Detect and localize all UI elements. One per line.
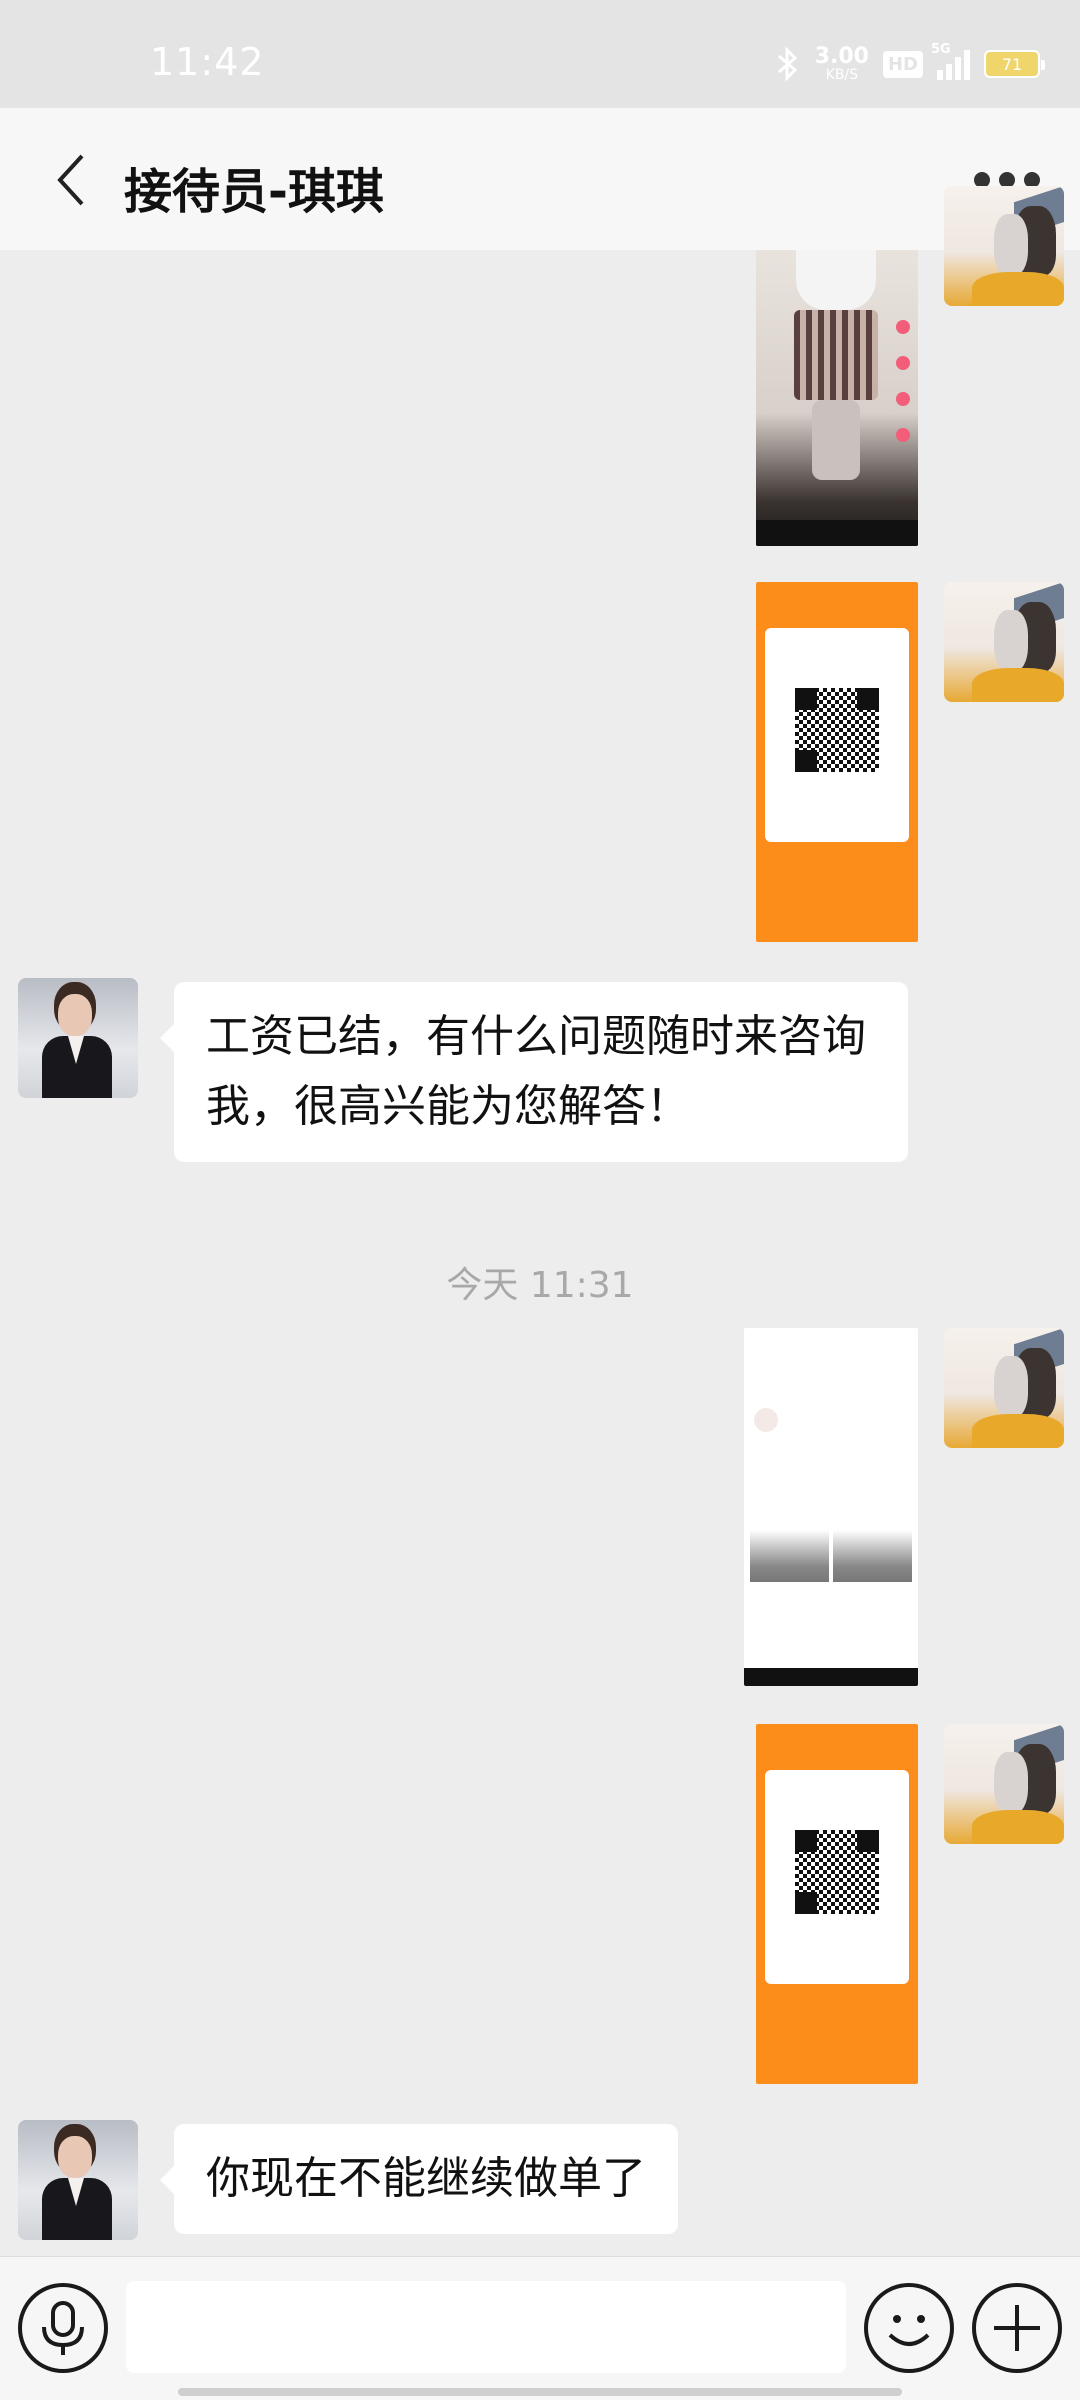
message-text: 你现在不能继续做单了 <box>206 2153 646 2204</box>
status-icons: 3.00 KB/S HD 5G 71 <box>775 42 1045 84</box>
emoji-smile-icon <box>888 2315 930 2346</box>
hd-badge: HD <box>882 50 923 78</box>
signal-icon: 5G <box>931 42 970 80</box>
message-input[interactable] <box>126 2281 846 2373</box>
bluetooth-icon <box>777 46 797 82</box>
network-speed-unit: KB/S <box>825 67 859 83</box>
chat-title: 接待员-琪琪 <box>124 164 384 220</box>
home-indicator[interactable] <box>178 2388 902 2396</box>
voice-button[interactable] <box>18 2283 108 2373</box>
timestamp: 今天 11:31 <box>446 1265 634 1306</box>
avatar[interactable] <box>944 186 1064 306</box>
battery-icon: 71 <box>984 50 1045 78</box>
image-message-qr[interactable] <box>756 1724 918 2084</box>
emoji-button[interactable] <box>864 2283 954 2373</box>
avatar[interactable] <box>18 978 138 1098</box>
chat-header: 接待员-琪琪 <box>0 108 1080 250</box>
avatar[interactable] <box>944 1724 1064 1844</box>
message-bubble: 工资已结，有什么问题随时来咨询我，很高兴能为您解答！ <box>160 982 908 1162</box>
chevron-left-icon[interactable] <box>52 152 92 208</box>
network-speed: 3.00 KB/S <box>814 44 869 83</box>
avatar[interactable] <box>18 2120 138 2240</box>
status-time: 11:42 <box>150 40 265 84</box>
microphone-icon <box>42 2301 84 2355</box>
message-text: 工资已结，有什么问题随时来咨询我，很高兴能为您解答！ <box>206 1011 866 1132</box>
plus-icon <box>994 2305 1040 2351</box>
message-bubble: 你现在不能继续做单了 <box>160 2124 678 2234</box>
image-message-video[interactable] <box>756 250 918 546</box>
status-bar: 11:42 3.00 KB/S HD 5G 71 <box>0 0 1080 108</box>
network-speed-value: 3.00 <box>814 44 869 69</box>
input-bar <box>0 2256 1080 2400</box>
avatar[interactable] <box>944 582 1064 702</box>
battery-level: 71 <box>1001 54 1023 74</box>
signal-label: 5G <box>931 42 951 57</box>
image-message-qr[interactable] <box>756 582 918 942</box>
image-message-search[interactable] <box>744 1328 918 1686</box>
plus-button[interactable] <box>972 2283 1062 2373</box>
avatar[interactable] <box>944 1328 1064 1448</box>
